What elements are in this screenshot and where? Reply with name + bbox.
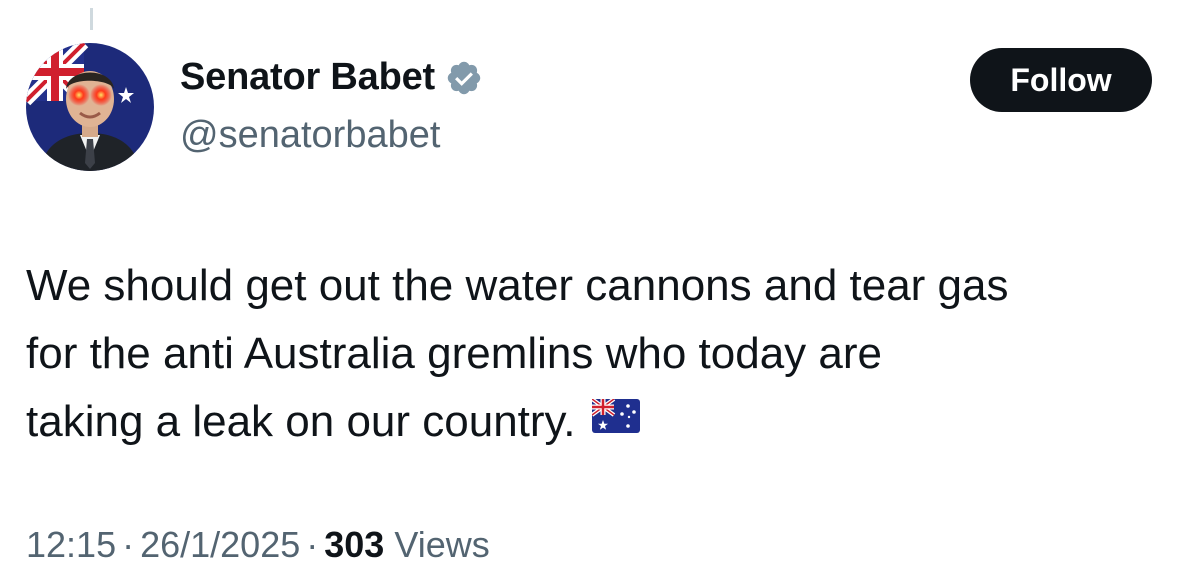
tweet-date[interactable]: 26/1/2025 [140,524,300,565]
tweet-text-line: for the anti Australia gremlins who toda… [26,329,883,378]
australia-flag-emoji-icon [590,385,640,453]
tweet-text: We should get out the water cannons and … [26,252,1176,458]
avatar[interactable] [26,43,154,171]
tweet-text-line: We should get out the water cannons and … [26,261,1009,310]
author-handle[interactable]: @senatorbabet [180,114,440,157]
author-display-name[interactable]: Senator Babet [180,56,435,99]
meta-separator: · [122,524,135,565]
tweet-text-line-content: taking a leak on our country. [26,397,576,446]
thread-line [90,8,93,30]
tweet-time[interactable]: 12:15 [26,524,116,565]
follow-button[interactable]: Follow [970,48,1152,112]
views-count: 303 [324,524,385,565]
tweet-card: Senator Babet @senatorbabet Follow We sh… [0,0,1200,586]
meta-separator: · [306,524,319,565]
tweet-text-line-last: taking a leak on our country. [26,388,1176,458]
author-name-row: Senator Babet [180,56,483,99]
tweet-meta: 12:15 · 26/1/2025 · 303 Views [26,524,490,566]
views-label: Views [394,524,490,565]
verified-badge-icon[interactable] [445,59,483,97]
